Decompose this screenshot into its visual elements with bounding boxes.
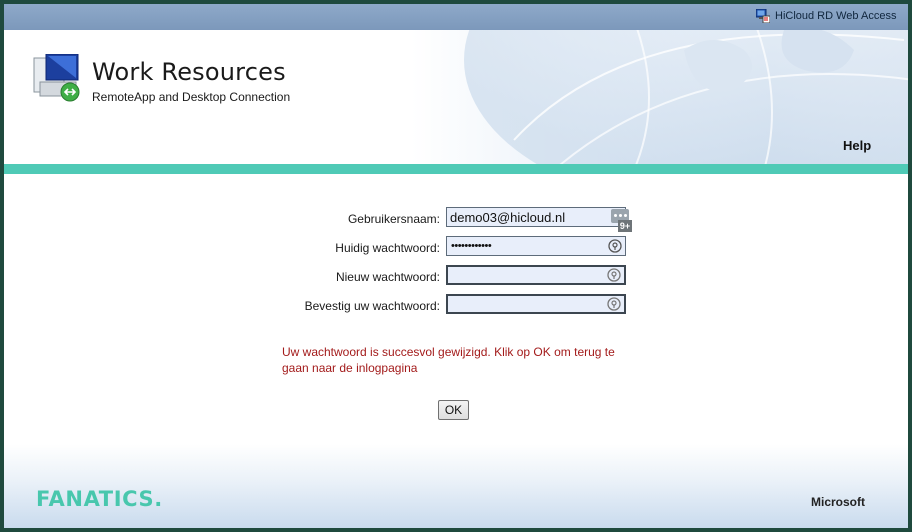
current-password-label: Huidig wachtwoord: [335, 241, 440, 255]
header: Work Resources RemoteApp and Desktop Con… [4, 30, 908, 164]
username-input[interactable] [450, 208, 600, 226]
remote-desktop-icon [756, 9, 770, 23]
new-password-label: Nieuw wachtwoord: [335, 270, 440, 284]
confirm-password-label: Bevestig uw wachtwoord: [304, 299, 440, 313]
username-label: Gebruikersnaam: [347, 212, 440, 226]
app-title: HiCloud RD Web Access [775, 10, 897, 22]
current-password-value: •••••••••••• [451, 240, 492, 252]
new-password-field[interactable] [446, 265, 626, 285]
browser-page: HiCloud RD Web Access Work Resources Rem… [4, 4, 908, 528]
top-bar: HiCloud RD Web Access [4, 4, 908, 30]
accent-stripe [4, 164, 908, 174]
username-field[interactable] [446, 207, 626, 227]
success-message: Uw wachtwoord is succesvol gewijzigd. Kl… [282, 345, 615, 375]
password-key-icon[interactable] [607, 297, 621, 311]
confirm-password-field[interactable] [446, 294, 626, 314]
ok-button[interactable]: OK [438, 400, 469, 420]
fanatics-logo: FANATICS. [36, 487, 163, 511]
microsoft-logo: Microsoft [811, 495, 865, 509]
password-key-icon[interactable] [607, 268, 621, 282]
password-manager-badge: 9+ [618, 220, 632, 232]
footer: FANATICS. Microsoft [4, 444, 908, 528]
workspace-logo-icon [33, 54, 80, 102]
password-key-icon[interactable] [608, 239, 622, 253]
page-title: Work Resources [92, 58, 286, 86]
page-subtitle: RemoteApp and Desktop Connection [92, 90, 291, 104]
current-password-field[interactable]: •••••••••••• [446, 236, 626, 256]
help-link[interactable]: Help [843, 138, 871, 153]
globe-background [464, 30, 908, 164]
